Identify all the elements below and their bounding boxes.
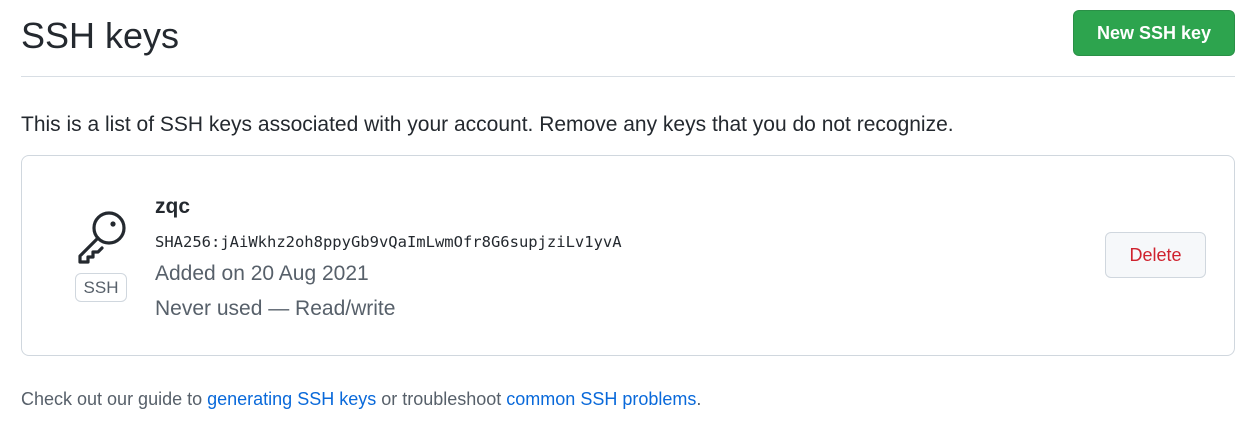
footer-prefix: Check out our guide to xyxy=(21,389,208,409)
ssh-key-list-item: SSH zqc SHA256:jAiWkhz2oh8ppyGb9vQaImLwm… xyxy=(21,155,1235,356)
key-fingerprint: SHA256:jAiWkhz2oh8ppyGb9vQaImLwmOfr8G6su… xyxy=(155,233,622,251)
ssh-type-label: SSH xyxy=(75,273,127,302)
footer-middle: or troubleshoot xyxy=(376,389,507,409)
delete-key-button[interactable]: Delete xyxy=(1105,232,1206,278)
footer-suffix: . xyxy=(696,389,702,409)
page-title: SSH keys xyxy=(21,15,180,56)
generating-ssh-keys-link[interactable]: generating SSH keys xyxy=(207,389,376,409)
key-added-date: Added on 20 Aug 2021 xyxy=(155,262,369,285)
intro-text: This is a list of SSH keys associated wi… xyxy=(21,113,954,136)
key-icon xyxy=(72,206,132,266)
page-header: SSH keys New SSH key xyxy=(21,0,1235,77)
common-ssh-problems-link[interactable]: common SSH problems xyxy=(506,389,696,409)
key-title: zqc xyxy=(155,195,191,218)
key-usage-status: Never used — Read/write xyxy=(155,297,396,320)
new-ssh-key-button[interactable]: New SSH key xyxy=(1073,10,1235,56)
help-footer: Check out our guide to generating SSH ke… xyxy=(21,386,701,412)
